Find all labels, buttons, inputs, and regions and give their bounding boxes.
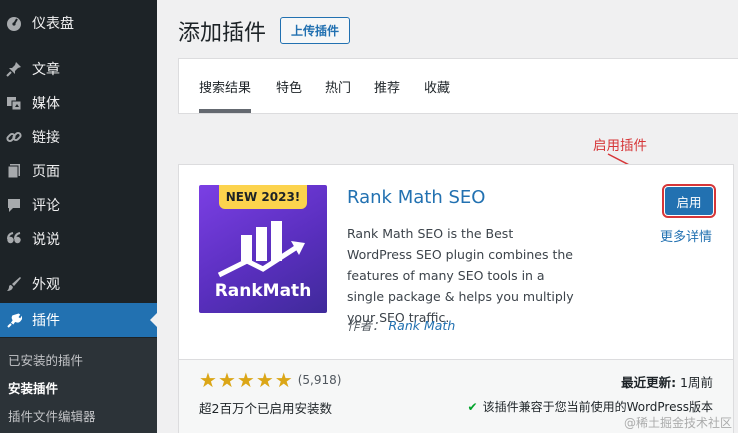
- sidebar-item-label: 媒体: [32, 96, 60, 112]
- submenu-plugin-editor[interactable]: 插件文件编辑器: [8, 406, 96, 425]
- page-title: 添加插件: [178, 21, 267, 46]
- tab-recommended[interactable]: 推荐: [374, 77, 400, 96]
- check-icon: ✔: [467, 399, 478, 414]
- sidebar-item-label: 评论: [32, 198, 60, 214]
- plugin-logo-text: RankMath: [214, 281, 312, 301]
- plugin-icon: [6, 312, 22, 328]
- compatibility-status: ✔ 该插件兼容于您当前使用的WordPress版本: [468, 398, 714, 415]
- plugin-author: 作者： Rank Math: [347, 315, 455, 334]
- star-icon: ★: [236, 368, 255, 392]
- last-updated-value: 1周前: [680, 375, 713, 390]
- sidebar-item-dashboard[interactable]: 仪表盘: [0, 6, 157, 40]
- rating-count[interactable]: (5,918): [298, 373, 342, 387]
- sidebar-item-talk[interactable]: 说说: [0, 222, 157, 256]
- plugin-card: NEW 2023! RankMath Rank Math SEO Rank Ma…: [178, 164, 734, 433]
- star-rating: ★ ★ ★ ★ ★ (5,918): [199, 370, 341, 390]
- sidebar-item-label: 说说: [32, 232, 60, 248]
- plugin-logo[interactable]: NEW 2023! RankMath: [199, 185, 327, 313]
- last-updated-label: 最近更新:: [621, 375, 677, 390]
- link-icon: [6, 129, 22, 145]
- submenu-add-plugins[interactable]: 安装插件: [8, 378, 58, 397]
- sidebar-item-label: 外观: [32, 277, 60, 293]
- plugin-name-link[interactable]: Rank Math SEO: [347, 187, 485, 208]
- sidebar-item-media[interactable]: 媒体: [0, 86, 157, 120]
- sidebar-item-label: 页面: [32, 164, 60, 180]
- watermark: @稀土掘金技术社区: [623, 416, 732, 430]
- author-prefix: 作者：: [347, 318, 385, 333]
- sidebar-item-label: 文章: [32, 62, 60, 78]
- star-icon: ★: [217, 368, 236, 392]
- pin-icon: [6, 61, 22, 77]
- submenu-installed-plugins[interactable]: 已安装的插件: [8, 350, 83, 369]
- activate-button[interactable]: 启用: [662, 184, 716, 218]
- star-icon: ★: [274, 368, 293, 392]
- more-details-link[interactable]: 更多详情: [660, 226, 712, 245]
- star-icon: ★: [199, 368, 217, 392]
- active-installs: 超2百万个已启用安装数: [199, 401, 332, 416]
- tab-search-results[interactable]: 搜索结果: [199, 77, 252, 113]
- tab-featured[interactable]: 特色: [276, 77, 302, 96]
- tab-popular[interactable]: 热门: [325, 77, 351, 96]
- sidebar-item-label: 仪表盘: [32, 16, 74, 32]
- brush-icon: [6, 276, 22, 292]
- sidebar-item-appearance[interactable]: 外观: [0, 267, 157, 301]
- plugin-description: Rank Math SEO is the Best WordPress SEO …: [347, 226, 574, 325]
- tab-favorites[interactable]: 收藏: [424, 77, 450, 96]
- last-updated: 最近更新: 1周前: [621, 372, 713, 391]
- admin-sidebar: 仪表盘 文章 媒体 链接 页面 评论 说说 外观 插件 已安装的插件 安装插件 …: [0, 0, 157, 433]
- sidebar-item-label: 插件: [32, 313, 60, 329]
- sidebar-item-plugins[interactable]: 插件: [0, 303, 157, 337]
- sidebar-item-links[interactable]: 链接: [0, 120, 157, 154]
- star-icon: ★: [255, 368, 274, 392]
- upload-plugin-button[interactable]: 上传插件: [280, 17, 350, 44]
- plugins-submenu: 已安装的插件 安装插件 插件文件编辑器: [0, 338, 157, 433]
- page-icon: [6, 163, 22, 179]
- dashboard-icon: [6, 15, 22, 31]
- quote-icon: [6, 231, 22, 247]
- sidebar-item-comments[interactable]: 评论: [0, 188, 157, 222]
- sidebar-item-label: 链接: [32, 130, 60, 146]
- comment-icon: [6, 197, 22, 213]
- media-icon: [6, 95, 22, 111]
- sidebar-item-pages[interactable]: 页面: [0, 154, 157, 188]
- sidebar-item-posts[interactable]: 文章: [0, 52, 157, 86]
- compatibility-text: 该插件兼容于您当前使用的WordPress版本: [482, 400, 713, 414]
- plugin-filter-bar: 搜索结果 特色 热门 推荐 收藏: [178, 58, 738, 114]
- author-link[interactable]: Rank Math: [389, 318, 456, 333]
